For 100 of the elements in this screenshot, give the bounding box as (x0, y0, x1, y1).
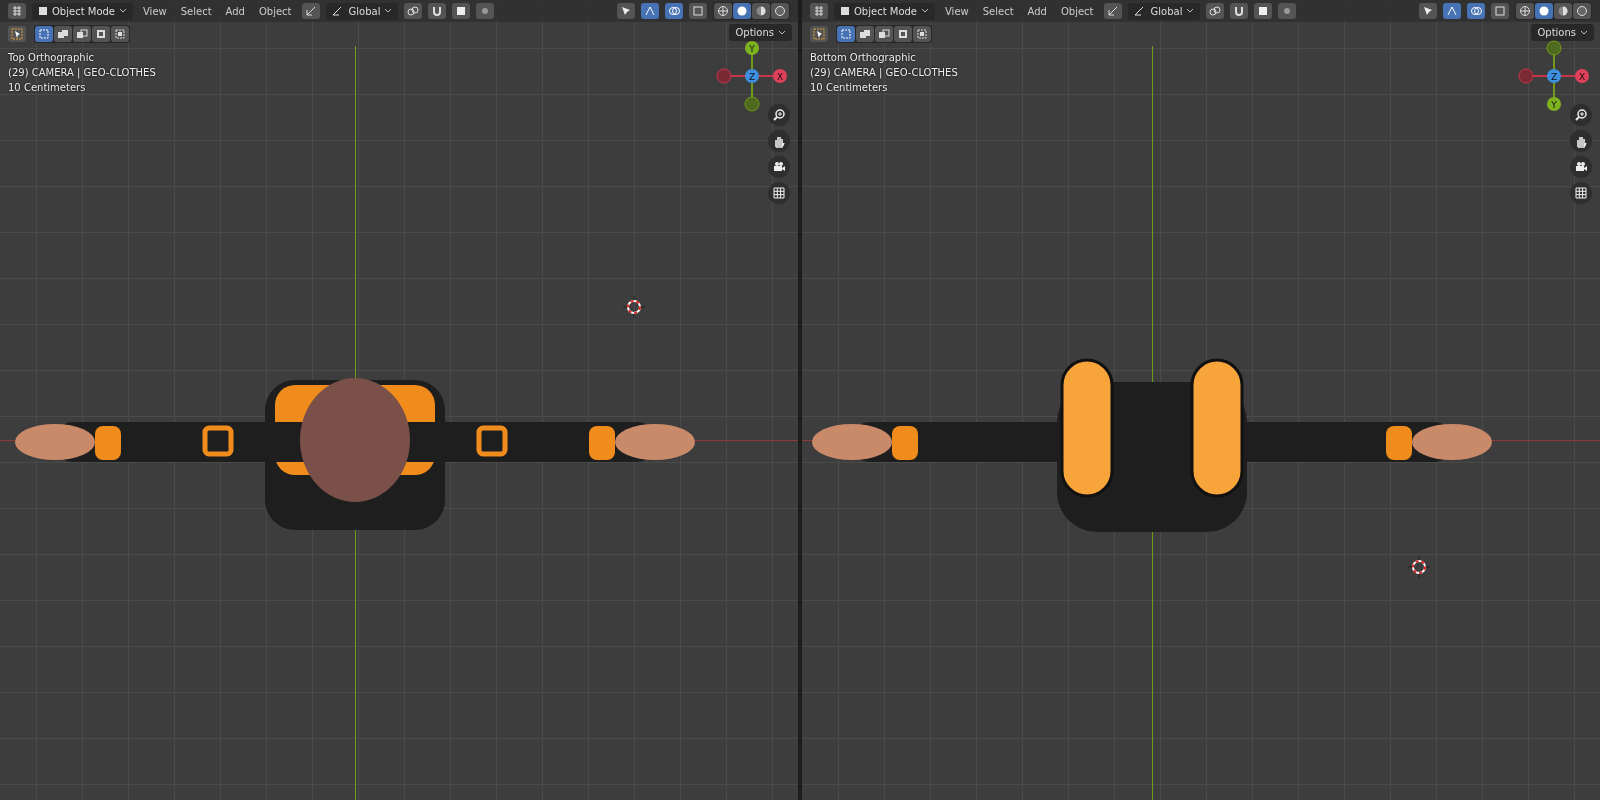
orientation-dropdown[interactable]: Global (1127, 2, 1201, 20)
overlay-toggle-button[interactable] (1467, 3, 1485, 19)
overlay-toggle-button[interactable] (665, 3, 683, 19)
magnet-button[interactable] (1230, 3, 1249, 19)
gizmo-toggle-icon (644, 5, 656, 17)
axis-handle[interactable]: Y (1547, 97, 1561, 111)
extend-selection-button[interactable] (856, 26, 874, 42)
wireframe-shading-button[interactable] (1516, 3, 1534, 19)
rendered-shading-button[interactable] (771, 3, 789, 19)
options-dropdown[interactable]: Options (1531, 24, 1594, 41)
pivot-button[interactable] (301, 3, 320, 19)
overlay-toggle-icon (1470, 5, 1482, 17)
subtract-selection-button[interactable] (73, 26, 91, 42)
material-shading-button[interactable] (1554, 3, 1572, 19)
axis-handle[interactable]: Y (745, 41, 759, 55)
axis-handle[interactable]: X (1575, 69, 1589, 83)
invert-selection-button[interactable] (894, 26, 912, 42)
editor-type-button[interactable] (810, 3, 828, 19)
cursor-button[interactable] (617, 3, 635, 19)
menu-item[interactable]: View (941, 3, 973, 19)
xray-button[interactable] (689, 3, 707, 19)
menu-item[interactable]: Add (221, 3, 249, 19)
link-button[interactable] (404, 3, 423, 19)
material-shading-button[interactable] (752, 3, 770, 19)
square-button[interactable] (1254, 3, 1273, 19)
menu-item[interactable]: Add (1023, 3, 1051, 19)
select-tool-icon (813, 28, 825, 40)
grid-icon (772, 186, 786, 200)
menu-item[interactable]: View (139, 3, 171, 19)
select-tool-button[interactable] (810, 26, 828, 42)
axis-handle[interactable] (1518, 68, 1534, 84)
intersect-selection-button[interactable] (913, 26, 931, 42)
zoom-button[interactable] (1570, 104, 1592, 126)
cursor-button[interactable] (1419, 3, 1437, 19)
solid-shading-button[interactable] (1535, 3, 1553, 19)
proportional-button[interactable] (1278, 3, 1297, 19)
camera-button[interactable] (1570, 156, 1592, 178)
axes-icon (1133, 6, 1144, 16)
invert-selection-button[interactable] (92, 26, 110, 42)
hand-icon (772, 134, 786, 148)
magnet-button[interactable] (428, 3, 447, 19)
gizmo-toggle-button[interactable] (641, 3, 659, 19)
grid-button[interactable] (1570, 182, 1592, 204)
new-selection-icon (840, 28, 852, 40)
axis-handle[interactable]: Z (745, 69, 759, 83)
intersect-selection-icon (916, 28, 928, 40)
object-info: (29) CAMERA | GEO-CLOTHES (810, 66, 958, 80)
intersect-selection-button[interactable] (111, 26, 129, 42)
axis-handle[interactable]: Z (1547, 69, 1561, 83)
extend-selection-button[interactable] (54, 26, 72, 42)
options-dropdown[interactable]: Options (729, 24, 792, 41)
magnet-icon (1233, 5, 1246, 17)
menu-item[interactable]: Object (254, 3, 296, 19)
menu-item[interactable]: Select (978, 3, 1018, 19)
subtract-selection-icon (878, 28, 890, 40)
subtract-selection-icon (76, 28, 88, 40)
hand-button[interactable] (768, 130, 790, 152)
wireframe-shading-button[interactable] (714, 3, 732, 19)
new-selection-button[interactable] (837, 26, 855, 42)
mode-dropdown[interactable]: Object Mode (32, 2, 133, 20)
xray-icon (692, 5, 704, 17)
axis-handle[interactable]: X (773, 69, 787, 83)
xray-button[interactable] (1491, 3, 1509, 19)
link-button[interactable] (1206, 3, 1225, 19)
caret-icon (384, 8, 393, 14)
xray-icon (1494, 5, 1506, 17)
caret-icon (1186, 8, 1195, 14)
editor-type-button[interactable] (8, 3, 26, 19)
camera-button[interactable] (768, 156, 790, 178)
subtract-selection-button[interactable] (875, 26, 893, 42)
zoom-button[interactable] (768, 104, 790, 126)
square-button[interactable] (452, 3, 471, 19)
rendered-shading-button[interactable] (1573, 3, 1591, 19)
pivot-button[interactable] (1103, 3, 1122, 19)
gizmo-toggle-button[interactable] (1443, 3, 1461, 19)
editor-type-icon (11, 5, 23, 17)
axis-handle[interactable] (1546, 40, 1562, 56)
object-info: (29) CAMERA | GEO-CLOTHES (8, 66, 156, 80)
solid-shading-icon (736, 5, 748, 17)
zoom-icon (1574, 108, 1588, 122)
overlay-toggle-icon (668, 5, 680, 17)
axis-handle[interactable] (716, 68, 732, 84)
select-tool-button[interactable] (8, 26, 26, 42)
caret-icon (1580, 29, 1588, 36)
axis-handle[interactable] (744, 96, 760, 112)
caret-icon (119, 8, 127, 14)
view-name: Top Orthographic (8, 51, 94, 65)
menu-item[interactable]: Object (1056, 3, 1098, 19)
orientation-dropdown[interactable]: Global (325, 2, 399, 20)
wireframe-shading-icon (1519, 5, 1531, 17)
menu-item[interactable]: Select (176, 3, 216, 19)
new-selection-button[interactable] (35, 26, 53, 42)
cursor-icon (620, 5, 632, 17)
grid-button[interactable] (768, 182, 790, 204)
mode-dropdown[interactable]: Object Mode (834, 2, 935, 20)
editor-type-icon (813, 5, 825, 17)
hand-button[interactable] (1570, 130, 1592, 152)
proportional-button[interactable] (476, 3, 495, 19)
square-icon (1257, 5, 1270, 17)
solid-shading-button[interactable] (733, 3, 751, 19)
